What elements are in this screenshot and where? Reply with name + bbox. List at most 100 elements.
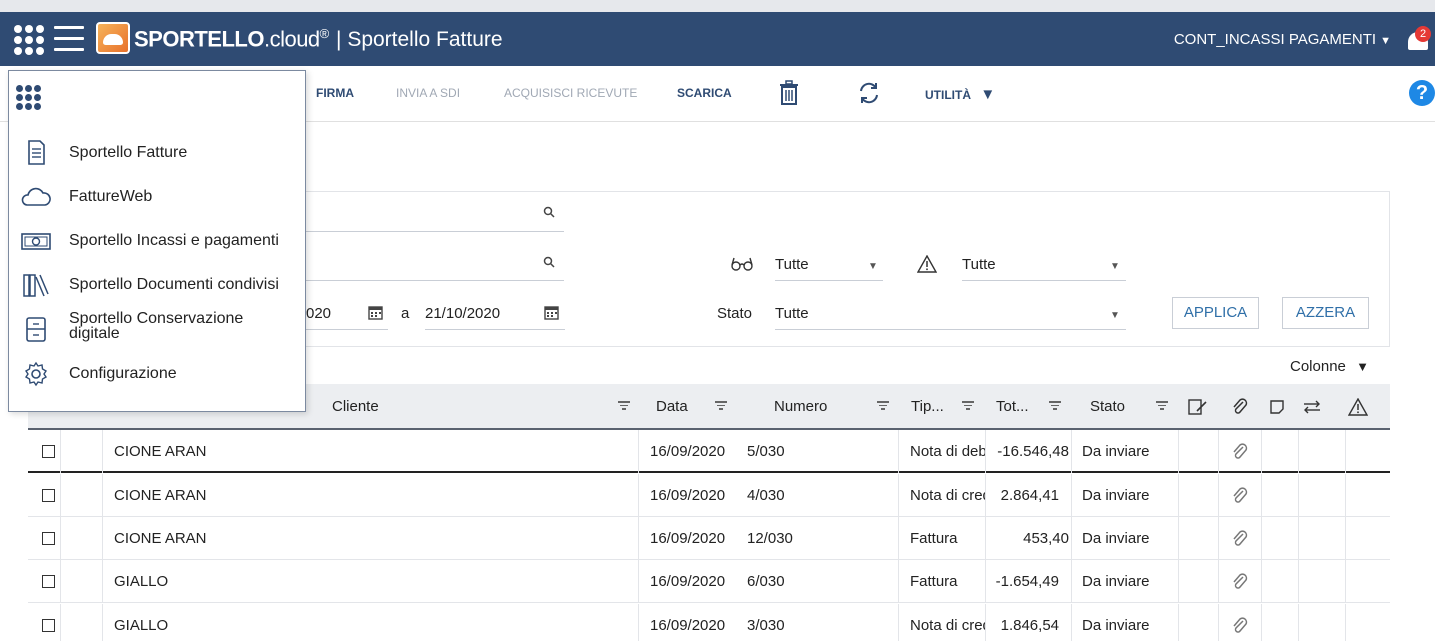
read-filter-value[interactable]: Tutte	[775, 256, 809, 273]
dropdown-caret-icon[interactable]: ▼	[1110, 310, 1120, 321]
column-cliente[interactable]: Cliente	[332, 384, 379, 430]
menu-item-label: Sportello Documenti condivisi	[69, 276, 279, 293]
brand-registered: ®	[319, 26, 330, 41]
cell-tipo: Fattura	[910, 573, 958, 590]
note-icon[interactable]	[1269, 399, 1285, 415]
table-row[interactable]: GIALLO 16/09/2020 6/030 Fattura -1.654,4…	[28, 560, 1390, 603]
menu-item-label: FattureWeb	[69, 188, 153, 205]
table-row[interactable]: CIONE ARAN 16/09/2020 5/030 Nota di debi…	[28, 430, 1390, 473]
trash-icon[interactable]	[778, 80, 802, 106]
apps-grid-icon[interactable]	[14, 25, 46, 55]
cloud-icon	[21, 187, 51, 206]
paperclip-icon[interactable]	[1232, 573, 1248, 591]
dropdown-caret-icon[interactable]: ▼	[868, 261, 878, 272]
refresh-icon[interactable]	[856, 80, 880, 106]
date-from-value[interactable]: 020	[306, 305, 331, 322]
calendar-icon[interactable]	[544, 305, 559, 320]
brand-name: SPORTELLO.cloud®	[134, 26, 329, 52]
column-stato[interactable]: Stato	[1090, 384, 1125, 430]
filter-icon[interactable]	[618, 401, 630, 411]
filter-icon[interactable]	[1049, 401, 1061, 411]
page-title: | Sportello Fatture	[336, 28, 503, 52]
search-icon[interactable]	[543, 256, 555, 268]
applica-button[interactable]: APPLICA	[1172, 297, 1259, 329]
stato-filter-underline	[775, 329, 1126, 330]
cell-stato: Da inviare	[1082, 487, 1150, 504]
help-icon[interactable]: ?	[1409, 80, 1435, 106]
filter-icon[interactable]	[962, 401, 974, 411]
stato-label: Stato	[717, 305, 753, 322]
user-menu[interactable]: CONT_INCASSI PAGAMENTI ▼	[1174, 31, 1391, 48]
table-row[interactable]: CIONE ARAN 16/09/2020 12/030 Fattura 453…	[28, 517, 1390, 560]
firma-button[interactable]: FIRMA	[316, 86, 354, 100]
row-checkbox[interactable]	[42, 489, 55, 502]
date-to-value[interactable]: 21/10/2020	[425, 305, 500, 322]
app-header: SPORTELLO.cloud® | Sportello Fatture CON…	[0, 12, 1435, 66]
column-data[interactable]: Data	[656, 384, 688, 430]
cell-numero: 3/030	[747, 617, 785, 634]
menu-item-conservazione-digitale[interactable]: Sportello Conservazione digitale	[9, 309, 305, 349]
menu-item-incassi-pagamenti[interactable]: Sportello Incassi e pagamenti	[9, 221, 305, 261]
colonne-menu[interactable]: Colonne ▼	[1290, 358, 1369, 375]
filter-icon[interactable]	[1156, 401, 1168, 411]
paperclip-icon[interactable]	[1232, 487, 1248, 505]
column-totale[interactable]: Tot...	[996, 384, 1029, 430]
hamburger-menu-icon[interactable]	[54, 26, 84, 52]
paperclip-icon[interactable]	[1232, 530, 1248, 548]
search-icon[interactable]	[543, 206, 555, 218]
app-window: SPORTELLO.cloud® | Sportello Fatture CON…	[0, 0, 1435, 641]
edit-note-icon[interactable]	[1188, 398, 1208, 416]
archive-icon	[26, 317, 46, 342]
column-numero[interactable]: Numero	[774, 384, 827, 430]
invia-sdi-button[interactable]: INVIA A SDI	[396, 86, 460, 100]
date-separator: a	[401, 305, 410, 322]
cell-stato: Da inviare	[1082, 573, 1150, 590]
notifications-bell-icon[interactable]: 2	[1405, 26, 1431, 54]
menu-item-label: Sportello Conservazione digitale	[69, 310, 244, 342]
caret-down-icon: ▼	[1356, 359, 1369, 374]
column-tipo[interactable]: Tip...	[911, 384, 944, 430]
menu-item-configurazione[interactable]: Configurazione	[9, 354, 305, 394]
filter-icon[interactable]	[715, 401, 727, 411]
cell-numero: 6/030	[747, 573, 785, 590]
warning-filter-value[interactable]: Tutte	[962, 256, 996, 273]
apps-grid-icon[interactable]	[16, 85, 41, 110]
gear-icon	[25, 361, 47, 387]
filter-icon[interactable]	[877, 401, 889, 411]
search-field-1[interactable]	[306, 231, 564, 232]
menu-item-fattureweb[interactable]: FattureWeb	[9, 177, 305, 217]
warning-icon[interactable]	[1348, 398, 1368, 416]
date-from-underline	[306, 329, 388, 330]
acquisisci-ricevute-button[interactable]: ACQUISISCI RICEVUTE	[504, 86, 637, 100]
row-checkbox[interactable]	[42, 619, 55, 632]
search-field-2[interactable]	[306, 280, 564, 281]
glasses-icon	[731, 257, 753, 271]
table-row[interactable]: CIONE ARAN 16/09/2020 4/030 Nota di cred…	[28, 474, 1390, 517]
row-checkbox[interactable]	[42, 575, 55, 588]
calendar-icon[interactable]	[368, 305, 383, 320]
window-top-strip	[0, 0, 1435, 12]
table-row[interactable]: GIALLO 16/09/2020 3/030 Nota di credito …	[28, 604, 1390, 641]
cell-numero: 4/030	[747, 487, 785, 504]
transfer-icon[interactable]	[1302, 399, 1322, 415]
app-title: Sportello Fatture	[347, 28, 503, 51]
cell-totale: 2.864,41	[1000, 487, 1059, 504]
scarica-button[interactable]: SCARICA	[677, 86, 732, 100]
paperclip-icon[interactable]	[1232, 398, 1248, 416]
utilita-menu[interactable]: UTILITÀ ▼	[925, 86, 995, 103]
menu-item-documenti-condivisi[interactable]: Sportello Documenti condivisi	[9, 265, 305, 305]
cell-stato: Da inviare	[1082, 530, 1150, 547]
cell-tipo: Nota di credito	[910, 617, 985, 634]
menu-item-sportello-fatture[interactable]: Sportello Fatture	[9, 133, 305, 173]
dropdown-caret-icon[interactable]: ▼	[1110, 261, 1120, 272]
menu-item-label: Sportello Fatture	[69, 144, 188, 161]
caret-down-icon: ▼	[980, 86, 996, 103]
paperclip-icon[interactable]	[1232, 443, 1248, 461]
menu-item-label: Configurazione	[69, 365, 177, 382]
azzera-button[interactable]: AZZERA	[1282, 297, 1369, 329]
row-checkbox[interactable]	[42, 445, 55, 458]
stato-filter-value[interactable]: Tutte	[775, 305, 809, 322]
paperclip-icon[interactable]	[1232, 617, 1248, 635]
row-checkbox[interactable]	[42, 532, 55, 545]
cell-numero: 12/030	[747, 530, 793, 547]
